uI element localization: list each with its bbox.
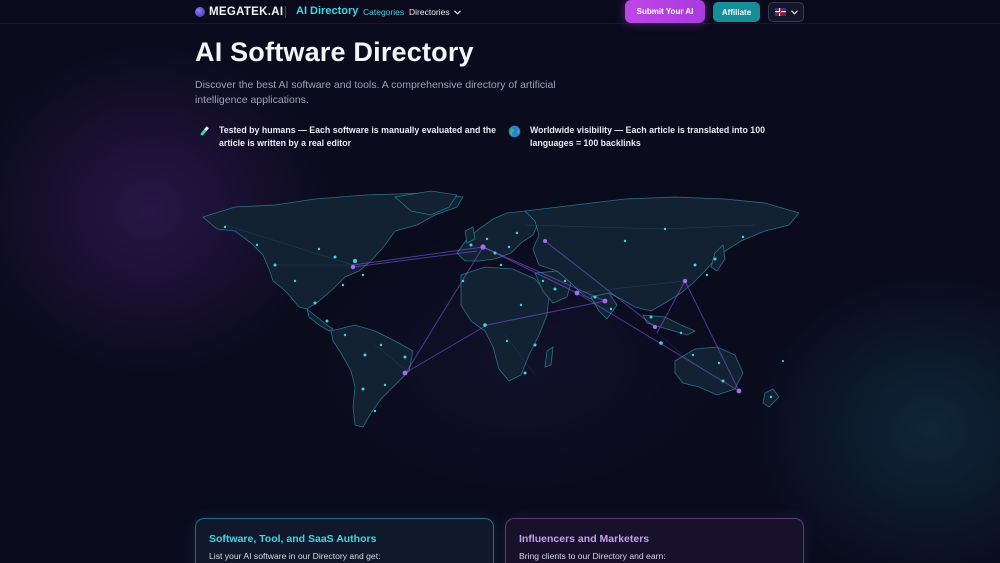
language-selector[interactable] [768, 2, 804, 22]
nav-categories-link[interactable]: Categories [363, 7, 404, 17]
chevron-down-icon [790, 9, 798, 15]
card-influencers-marketers: Influencers and Marketers Bring clients … [505, 518, 804, 563]
card-text: Bring clients to our Directory and earn: [519, 551, 666, 561]
feature-text: Tested by humans — Each software is manu… [219, 125, 497, 148]
submit-your-ai-button[interactable]: Submit Your AI [625, 0, 705, 23]
nav-directories-dropdown[interactable]: Directories [409, 7, 461, 17]
page-title: AI Software Directory [195, 37, 474, 67]
ai-directory-link[interactable]: AI Directory [296, 5, 358, 17]
test-tube-icon [200, 126, 209, 136]
affiliate-button[interactable]: Affiliate [713, 2, 760, 22]
globe-icon [508, 125, 521, 138]
uk-flag-icon [774, 8, 786, 16]
chevron-down-icon [453, 9, 461, 15]
card-software-authors: Software, Tool, and SaaS Authors List yo… [195, 518, 494, 563]
logo[interactable]: MEGATEK.AI [195, 6, 283, 18]
feature-tested-by-humans: Tested by humans — Each software is manu… [197, 124, 497, 150]
page-subtitle: Discover the best AI software and tools.… [195, 79, 556, 106]
card-text: List your AI software in our Directory a… [209, 551, 381, 561]
card-title: Software, Tool, and SaaS Authors [209, 533, 377, 545]
feature-text: Worldwide visibility — Each article is t… [530, 125, 765, 148]
world-network-map [202, 190, 800, 428]
nav-directories-label: Directories [409, 7, 450, 17]
top-navigation-bar: MEGATEK.AI AI Directory Categories Direc… [0, 0, 1000, 24]
feature-worldwide-visibility: Worldwide visibility — Each article is t… [508, 124, 778, 150]
nav-divider [285, 6, 286, 18]
logo-text: MEGATEK.AI [209, 6, 284, 18]
card-title: Influencers and Marketers [519, 533, 650, 545]
logo-mark-icon [195, 7, 205, 17]
